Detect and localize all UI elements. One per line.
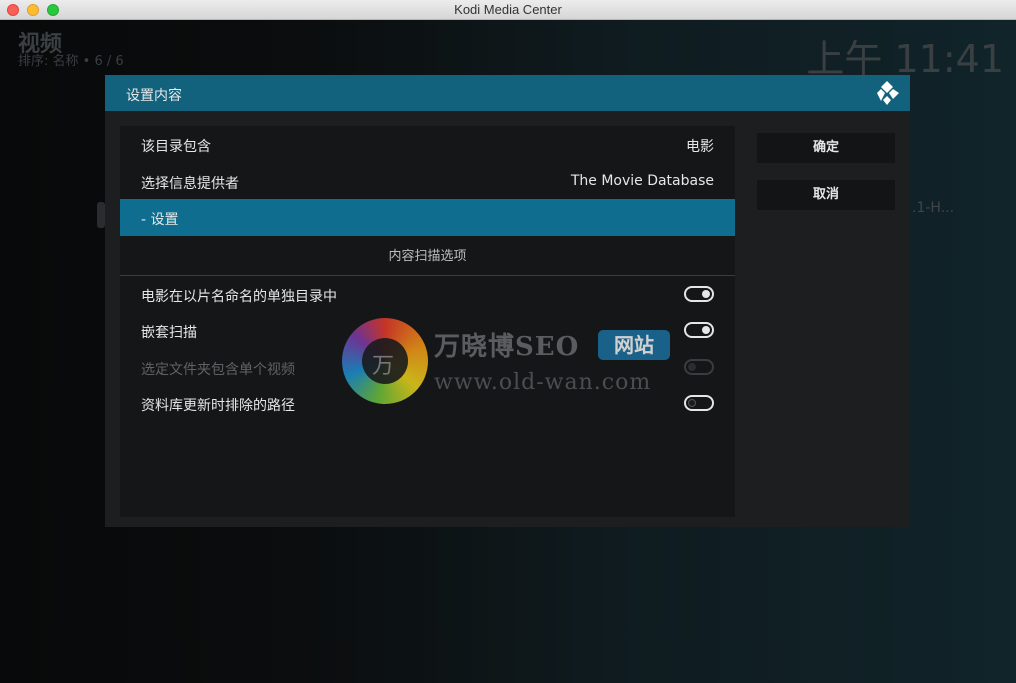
dialog-header: 设置内容 bbox=[105, 75, 910, 111]
row-info-provider[interactable]: 选择信息提供者 The Movie Database bbox=[120, 163, 735, 200]
toggle-switch bbox=[684, 359, 714, 375]
cancel-button[interactable]: 取消 bbox=[757, 180, 895, 210]
dialog-title: 设置内容 bbox=[126, 88, 182, 104]
toggle-switch[interactable] bbox=[684, 395, 714, 411]
toggle-knob bbox=[688, 363, 696, 371]
option-row[interactable]: 电影在以片名命名的单独目录中 bbox=[120, 276, 735, 313]
row-directory-contains[interactable]: 该目录包含 电影 bbox=[120, 126, 735, 163]
row-settings-label: - 设置 bbox=[141, 212, 179, 228]
window-title: Kodi Media Center bbox=[454, 2, 562, 17]
scan-options-heading: 内容扫描选项 bbox=[388, 249, 467, 264]
settings-panel: 该目录包含 电影 选择信息提供者 The Movie Database - 设置… bbox=[120, 126, 735, 517]
background-scroll-handle bbox=[97, 202, 105, 228]
kodi-app: 视频 排序: 名称 • 6 / 6 上午 11:41 .1-H... 设置内容 … bbox=[0, 20, 1016, 683]
option-row: 选定文件夹包含单个视频 bbox=[120, 349, 735, 386]
background-sort-info: 排序: 名称 • 6 / 6 bbox=[18, 54, 124, 69]
toggle-knob bbox=[688, 399, 696, 407]
row-directory-contains-label: 该目录包含 bbox=[141, 139, 211, 155]
toggle-switch[interactable] bbox=[684, 322, 714, 338]
row-settings[interactable]: - 设置 bbox=[120, 199, 735, 236]
option-row[interactable]: 资料库更新时排除的路径 bbox=[120, 385, 735, 422]
background-list-item: .1-H... bbox=[912, 200, 955, 216]
set-content-dialog: 设置内容 该目录包含 电影 选择信息提供者 The Movie Database… bbox=[105, 75, 910, 527]
option-label: 选定文件夹包含单个视频 bbox=[141, 362, 295, 378]
option-label: 嵌套扫描 bbox=[141, 325, 197, 341]
window-titlebar: Kodi Media Center bbox=[0, 0, 1016, 20]
option-label: 电影在以片名命名的单独目录中 bbox=[141, 289, 337, 305]
option-label: 资料库更新时排除的路径 bbox=[141, 398, 295, 414]
toggle-knob bbox=[702, 326, 710, 334]
ok-button[interactable]: 确定 bbox=[757, 133, 895, 163]
row-info-provider-value: The Movie Database bbox=[570, 173, 714, 189]
row-info-provider-label: 选择信息提供者 bbox=[141, 176, 239, 192]
kodi-logo-icon bbox=[877, 81, 899, 105]
toggle-knob bbox=[702, 290, 710, 298]
option-row[interactable]: 嵌套扫描 bbox=[120, 312, 735, 349]
toggle-switch[interactable] bbox=[684, 286, 714, 302]
row-directory-contains-value: 电影 bbox=[686, 139, 714, 155]
